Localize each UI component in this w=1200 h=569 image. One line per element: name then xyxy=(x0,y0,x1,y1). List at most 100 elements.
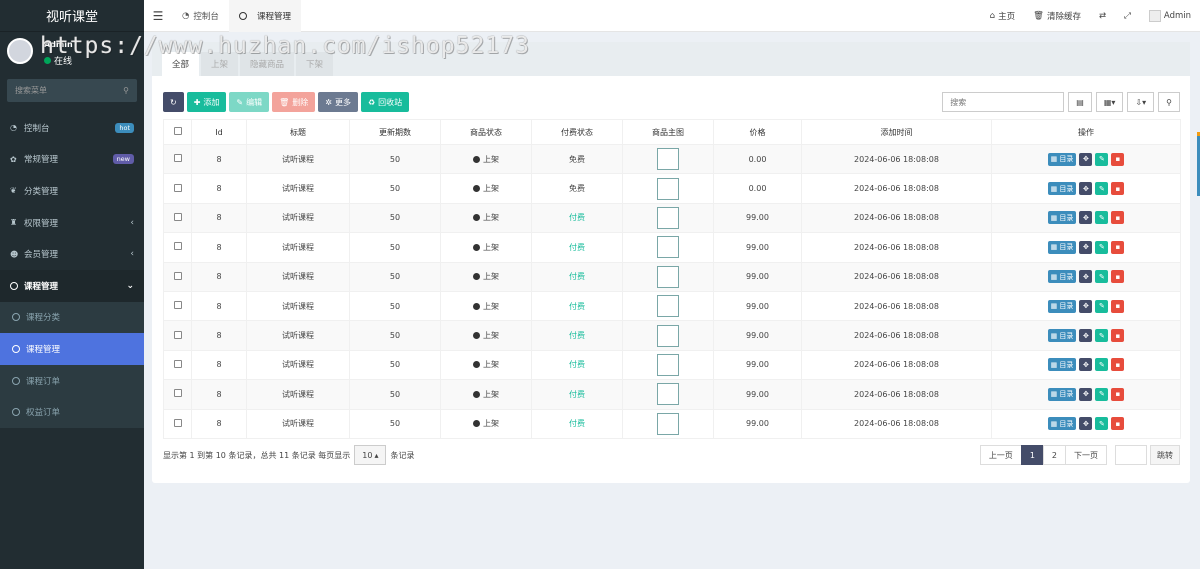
advanced-search-button[interactable]: ⚲ xyxy=(1158,92,1180,112)
row-select-cell[interactable] xyxy=(163,349,192,381)
drag-handle-button[interactable]: ✥ xyxy=(1079,211,1093,225)
prev-page-button[interactable]: 上一页 xyxy=(979,445,1022,465)
page-button-1[interactable]: 1 xyxy=(1020,445,1044,465)
row-checkbox[interactable] xyxy=(173,418,182,427)
row-select-cell[interactable] xyxy=(163,379,192,410)
row-checkbox[interactable] xyxy=(173,301,182,310)
tab-course-management[interactable]: 课程管理 xyxy=(228,0,301,32)
sidebar-item-1[interactable]: ✿ 常规管理 new xyxy=(0,144,144,176)
row-edit-button[interactable]: ✎ xyxy=(1095,329,1109,343)
table-row[interactable]: 8 试听课程 50 上架 付费 99.00 2024-06-06 18:08:08 ▦ 目录 ✥… xyxy=(163,261,1181,292)
tab-all[interactable]: 全部 xyxy=(162,52,200,76)
search-icon[interactable]: ⚲ xyxy=(123,86,129,95)
col-title[interactable]: 标题 xyxy=(246,119,350,145)
directory-button[interactable]: ▦ 目录 xyxy=(1047,358,1077,372)
row-checkbox[interactable] xyxy=(173,271,182,280)
export-button[interactable]: ⇩▾ xyxy=(1127,92,1155,112)
drag-handle-button[interactable]: ✥ xyxy=(1079,417,1093,431)
delete-button[interactable]: 🗑 删除 xyxy=(272,92,316,112)
row-edit-button[interactable]: ✎ xyxy=(1095,182,1109,196)
product-thumbnail[interactable] xyxy=(657,265,679,288)
sidebar-item-0[interactable]: ◔ 控制台 hot xyxy=(0,112,144,144)
table-row[interactable]: 8 试听课程 50 上架 免费 0.00 2024-06-06 18:08:08 ▦ 目录 ✥ ✎… xyxy=(163,173,1181,204)
page-button-2[interactable]: 2 xyxy=(1042,445,1066,465)
page-size-select[interactable]: 10 ▴ xyxy=(354,445,387,465)
row-edit-button[interactable]: ✎ xyxy=(1095,240,1109,254)
directory-button[interactable]: ▦ 目录 xyxy=(1047,240,1077,254)
drag-handle-button[interactable]: ✥ xyxy=(1079,387,1093,401)
edit-button[interactable]: ✎ 编辑 xyxy=(229,92,270,112)
drag-handle-button[interactable]: ✥ xyxy=(1079,182,1093,196)
row-delete-button[interactable]: ▪ xyxy=(1111,358,1125,372)
drag-handle-button[interactable]: ✥ xyxy=(1079,299,1093,313)
table-search-input[interactable] xyxy=(942,92,1065,112)
row-select-cell[interactable] xyxy=(163,290,192,322)
row-checkbox[interactable] xyxy=(173,212,182,221)
next-page-button[interactable]: 下一页 xyxy=(1065,445,1107,465)
row-delete-button[interactable]: ▪ xyxy=(1111,329,1125,343)
directory-button[interactable]: ▦ 目录 xyxy=(1047,211,1077,225)
row-checkbox[interactable] xyxy=(173,242,182,251)
row-select-cell[interactable] xyxy=(163,173,192,204)
columns-button[interactable]: ▦▾ xyxy=(1095,92,1124,112)
row-delete-button[interactable]: ▪ xyxy=(1111,270,1125,284)
sidebar-item-4[interactable]: ☻ 会员管理 ‹ xyxy=(0,238,144,270)
sidebar-item-9[interactable]: 权益订单 xyxy=(0,396,144,428)
product-thumbnail[interactable] xyxy=(657,236,679,259)
row-delete-button[interactable]: ▪ xyxy=(1111,417,1125,431)
sidebar-item-7[interactable]: 课程管理 xyxy=(0,333,144,365)
table-row[interactable]: 8 试听课程 50 上架 付费 99.00 2024-06-06 18:08:08 ▦ 目录 ✥… xyxy=(163,290,1181,322)
row-checkbox[interactable] xyxy=(173,389,182,398)
product-thumbnail[interactable] xyxy=(657,353,679,376)
row-select-cell[interactable] xyxy=(163,261,192,292)
row-checkbox[interactable] xyxy=(173,154,182,163)
row-edit-button[interactable]: ✎ xyxy=(1095,387,1109,401)
refresh-button[interactable]: ↻ xyxy=(163,92,184,112)
row-edit-button[interactable]: ✎ xyxy=(1095,299,1109,313)
table-row[interactable]: 8 试听课程 50 上架 付费 99.00 2024-06-06 18:08:08 ▦ 目录 ✥… xyxy=(163,320,1181,351)
row-checkbox[interactable] xyxy=(173,183,182,192)
row-select-cell[interactable] xyxy=(163,202,192,234)
tab-hidden[interactable]: 隐藏商品 xyxy=(240,52,295,76)
row-checkbox[interactable] xyxy=(173,330,182,339)
tab-on-shelf[interactable]: 上架 xyxy=(201,52,239,76)
col-status[interactable]: 商品状态 xyxy=(440,119,532,145)
row-delete-button[interactable]: ▪ xyxy=(1111,152,1125,166)
product-thumbnail[interactable] xyxy=(657,148,679,171)
table-row[interactable]: 8 试听课程 50 上架 付费 99.00 2024-06-06 18:08:08 ▦ 目录 ✥… xyxy=(163,349,1181,381)
row-edit-button[interactable]: ✎ xyxy=(1095,152,1109,166)
select-all-cell[interactable] xyxy=(163,119,192,145)
row-select-cell[interactable] xyxy=(163,143,192,175)
sidebar-item-5[interactable]: 课程管理 ⌄ xyxy=(0,269,144,302)
product-thumbnail[interactable] xyxy=(657,206,679,229)
fullscreen-button[interactable]: ⤢ xyxy=(1115,11,1140,21)
row-delete-button[interactable]: ▪ xyxy=(1111,240,1125,254)
sidebar-item-6[interactable]: 课程分类 xyxy=(0,301,144,334)
recycle-bin-button[interactable]: ♻ 回收站 xyxy=(360,92,410,112)
product-thumbnail[interactable] xyxy=(657,295,679,318)
app-brand[interactable]: 视听课堂 xyxy=(0,0,144,32)
col-image[interactable]: 商品主图 xyxy=(622,119,714,145)
product-thumbnail[interactable] xyxy=(657,412,679,435)
product-thumbnail[interactable] xyxy=(657,324,679,347)
row-select-cell[interactable] xyxy=(163,320,192,351)
row-edit-button[interactable]: ✎ xyxy=(1095,211,1109,225)
drag-handle-button[interactable]: ✥ xyxy=(1079,329,1093,343)
col-periods[interactable]: 更新期数 xyxy=(349,119,441,145)
table-row[interactable]: 8 试听课程 50 上架 付费 99.00 2024-06-06 18:08:08 ▦ 目录 ✥… xyxy=(163,232,1181,263)
jump-button[interactable]: 跳转 xyxy=(1150,445,1180,465)
col-created-time[interactable]: 添加时间 xyxy=(801,119,992,145)
jump-page-input[interactable] xyxy=(1115,445,1147,465)
menu-search-input[interactable]: 搜索菜单 ⚲ xyxy=(7,79,137,102)
directory-button[interactable]: ▦ 目录 xyxy=(1047,270,1077,284)
sidebar-item-8[interactable]: 课程订单 xyxy=(0,364,144,397)
toggle-view-button[interactable]: ▤ xyxy=(1068,92,1092,112)
table-row[interactable]: 8 试听课程 50 上架 付费 99.00 2024-06-06 18:08:08 ▦ 目录 ✥… xyxy=(163,408,1181,439)
col-pay-status[interactable]: 付费状态 xyxy=(531,119,623,145)
row-edit-button[interactable]: ✎ xyxy=(1095,417,1109,431)
tab-off-shelf[interactable]: 下架 xyxy=(296,52,334,76)
row-edit-button[interactable]: ✎ xyxy=(1095,358,1109,372)
directory-button[interactable]: ▦ 目录 xyxy=(1047,387,1077,401)
product-thumbnail[interactable] xyxy=(657,177,679,200)
directory-button[interactable]: ▦ 目录 xyxy=(1047,329,1077,343)
